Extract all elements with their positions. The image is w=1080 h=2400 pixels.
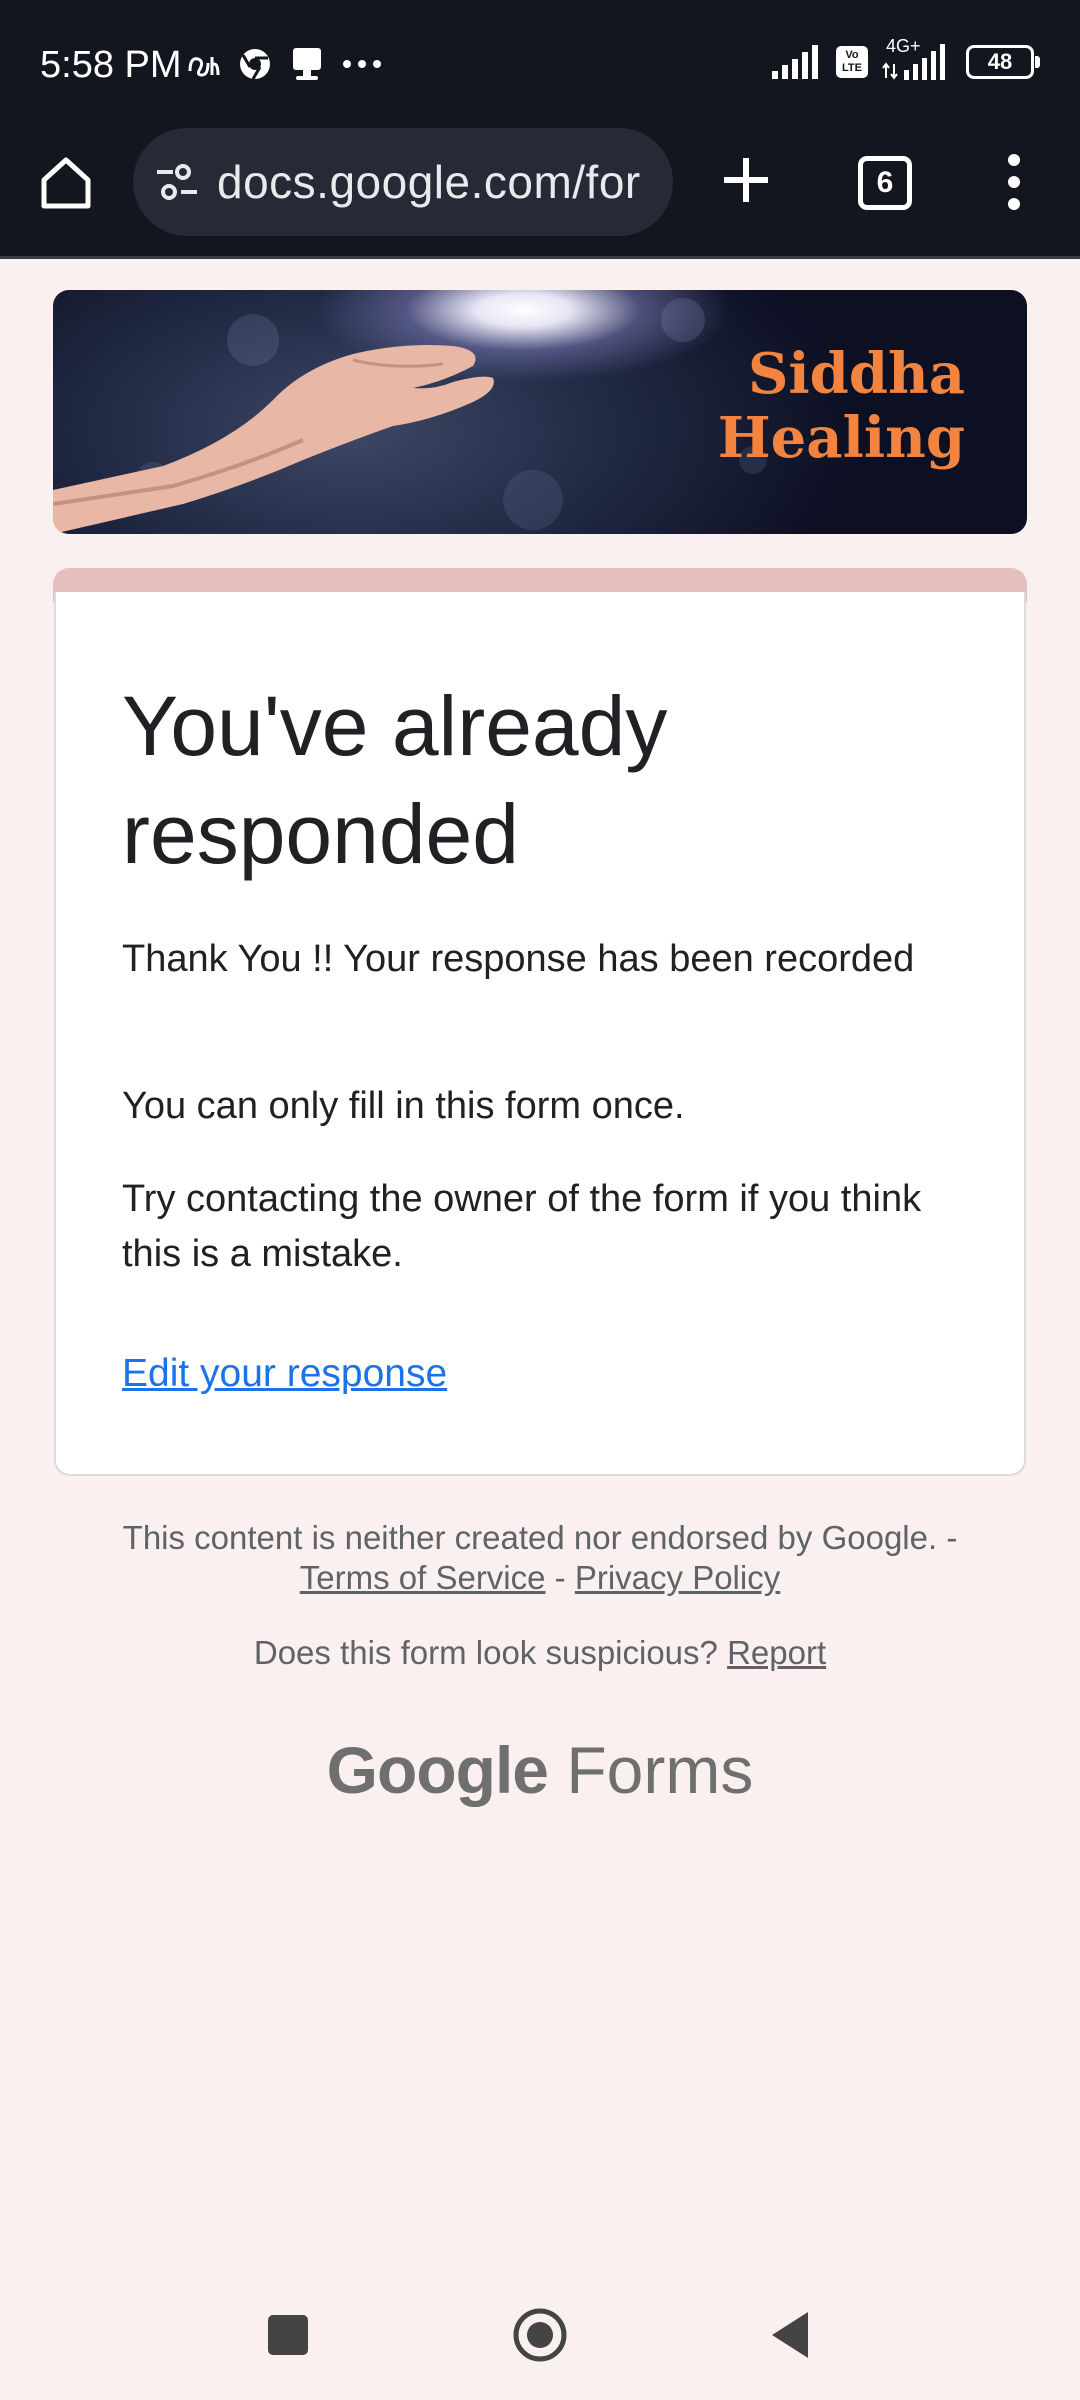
banner-title: Siddha Healing (718, 342, 965, 470)
tab-count: 6 (876, 166, 894, 199)
suspicious-text: Does this form look suspicious? (253, 1634, 718, 1671)
status-time: 5:58 PM (40, 44, 182, 86)
tab-switcher-icon[interactable]: 6 (858, 156, 912, 210)
privacy-link[interactable]: Privacy Policy (575, 1559, 780, 1596)
triangle-back-icon[interactable] (770, 2310, 810, 2360)
disclaimer: This content is neither created nor endo… (0, 1518, 1080, 1558)
status-indicators: Vo LTE 4G+ 48 (772, 36, 1040, 80)
google-forms-logo[interactable]: Google Forms (0, 1732, 1080, 1808)
report-link[interactable]: Report (727, 1634, 826, 1671)
response-card: You've already responded Thank You !! Yo… (54, 592, 1026, 1476)
browser-toolbar: docs.google.com/for 6 (0, 128, 1080, 259)
banner-title-line1: Siddha (747, 341, 965, 407)
notification-icons (186, 46, 382, 82)
square-icon[interactable] (268, 2315, 308, 2355)
forms-wordmark: Forms (566, 1733, 754, 1807)
page-title: You've already responded (122, 679, 668, 881)
single-response-notice: You can only fill in this form once. (122, 1085, 685, 1127)
contact-owner-notice: Try contacting the owner of the form if … (122, 1178, 922, 1275)
url-text: docs.google.com/for (217, 156, 641, 208)
legal-separator: - (554, 1559, 566, 1596)
address-bar[interactable]: docs.google.com/for (133, 128, 673, 236)
signal-icon (772, 45, 818, 79)
home-icon[interactable] (36, 152, 96, 212)
battery-level: 48 (987, 49, 1013, 74)
signal-icon-2 (882, 44, 945, 80)
navigation-bar (0, 2280, 1080, 2400)
script-notification-icon (188, 57, 220, 77)
network-signal: 4G+ (882, 36, 952, 80)
chrome-notification-icon (240, 49, 270, 80)
circle-icon[interactable] (512, 2307, 568, 2363)
volte-icon: Vo LTE (836, 46, 868, 78)
banner-title-line2: Healing (717, 405, 965, 471)
legal-links: Terms of Service - Privacy Policy (0, 1558, 1080, 1598)
tune-icon[interactable] (155, 162, 199, 202)
battery-icon: 48 (966, 45, 1040, 79)
more-vert-icon[interactable] (1000, 152, 1028, 212)
form-header-banner: Siddha Healing (53, 290, 1027, 534)
report-line: Does this form look suspicious? Report (0, 1633, 1080, 1673)
terms-link[interactable]: Terms of Service (300, 1559, 546, 1596)
disclaimer-text: This content is neither created nor endo… (122, 1519, 958, 1556)
edit-response-link[interactable]: Edit your response (122, 1352, 447, 1396)
status-bar: 5:58 PM Vo LTE 4G+ 48 (0, 0, 1080, 128)
more-notifications-icon (343, 60, 381, 68)
confirmation-message: Thank You !! Your response has been reco… (122, 938, 915, 980)
google-wordmark: Google (326, 1733, 549, 1807)
plus-icon[interactable] (718, 152, 774, 208)
card-notification-icon (293, 48, 321, 80)
